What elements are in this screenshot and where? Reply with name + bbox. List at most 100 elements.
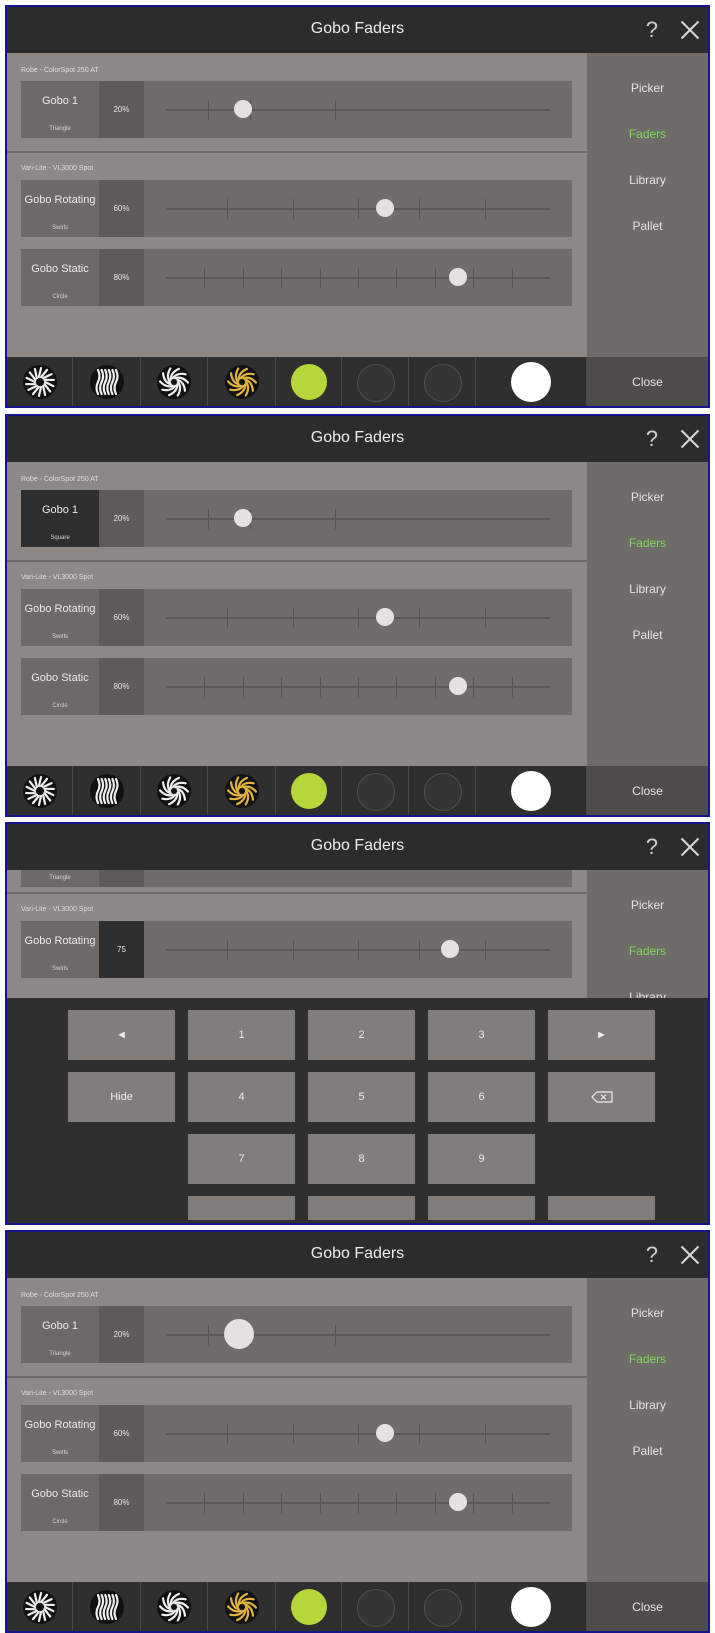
key-left[interactable]: ◄ (68, 1010, 175, 1060)
fader-name-button[interactable]: Gobo Rotating Swirls (21, 1405, 99, 1462)
swatch-tile[interactable] (141, 766, 208, 815)
fader-value[interactable]: 60% (99, 180, 144, 237)
key-8[interactable]: 8 (308, 1134, 415, 1184)
fader-value[interactable] (99, 870, 144, 887)
swatch-tile[interactable] (276, 357, 342, 406)
fader-name-button[interactable]: Gobo 1 Triangle (21, 1306, 99, 1363)
key-1[interactable]: 1 (188, 1010, 295, 1060)
tab-picker[interactable]: Picker (587, 490, 708, 504)
fader-knob[interactable] (448, 1493, 467, 1511)
close-button[interactable]: Close (587, 357, 708, 406)
swatch-tile[interactable] (342, 357, 409, 406)
tab-picker[interactable]: Picker (587, 81, 708, 95)
fader-knob[interactable] (375, 199, 394, 217)
fader-value-input[interactable]: 75 (99, 921, 144, 978)
help-button[interactable]: ? (646, 834, 658, 860)
key-3[interactable]: 3 (428, 1010, 535, 1060)
fader-name-button[interactable]: Triangle (21, 870, 99, 887)
fader-track[interactable] (166, 940, 550, 960)
key-7[interactable]: 7 (188, 1134, 295, 1184)
swatch-tile[interactable] (476, 1582, 587, 1631)
close-icon[interactable] (680, 837, 700, 857)
fader-name-button[interactable]: Gobo Static Circle (21, 658, 99, 715)
fader-value[interactable]: 60% (99, 589, 144, 646)
swatch-tile[interactable] (276, 1582, 342, 1631)
swatch-tile[interactable] (7, 357, 73, 406)
fader-track[interactable] (166, 1424, 550, 1444)
fader-track[interactable] (166, 608, 550, 628)
key-backspace[interactable] (548, 1072, 655, 1122)
swatch-tile[interactable] (208, 1582, 276, 1631)
key-6[interactable]: 6 (428, 1072, 535, 1122)
fader-value[interactable]: 80% (99, 1474, 144, 1531)
fader-knob[interactable] (375, 608, 394, 626)
tab-picker[interactable]: Picker (587, 1306, 708, 1320)
tab-faders[interactable]: Faders (587, 127, 708, 141)
swatch-tile[interactable] (73, 1582, 141, 1631)
key-hide[interactable]: Hide (68, 1072, 175, 1122)
swatch-tile[interactable] (409, 766, 476, 815)
help-button[interactable]: ? (646, 17, 658, 43)
fader-name-button[interactable]: Gobo Static Circle (21, 249, 99, 306)
fader-name-button[interactable]: Gobo Rotating Swirls (21, 589, 99, 646)
key-5[interactable]: 5 (308, 1072, 415, 1122)
fader-value[interactable]: 20% (99, 81, 144, 138)
fader-value[interactable]: 80% (99, 658, 144, 715)
fader-name-button[interactable]: Gobo Static Circle (21, 1474, 99, 1531)
fader-track[interactable] (166, 268, 550, 288)
swatch-tile[interactable] (141, 1582, 208, 1631)
swatch-tile[interactable] (73, 766, 141, 815)
swatch-tile[interactable] (7, 1582, 73, 1631)
fader-knob[interactable] (441, 940, 460, 958)
key-partial[interactable] (308, 1196, 415, 1220)
fader-value[interactable]: 20% (99, 1306, 144, 1363)
help-button[interactable]: ? (646, 1242, 658, 1268)
close-button[interactable]: Close (587, 1582, 708, 1631)
fader-value[interactable]: 20% (99, 490, 144, 547)
swatch-tile[interactable] (342, 1582, 409, 1631)
tab-library[interactable]: Library (587, 582, 708, 596)
help-button[interactable]: ? (646, 426, 658, 452)
tab-pallet[interactable]: Pallet (587, 1444, 708, 1458)
fader-knob[interactable] (448, 268, 467, 286)
fader-knob[interactable] (233, 509, 252, 527)
close-icon[interactable] (680, 429, 700, 449)
swatch-tile[interactable] (7, 766, 73, 815)
fader-value[interactable]: 80% (99, 249, 144, 306)
fader-knob[interactable] (375, 1424, 394, 1442)
fader-knob-pressed[interactable] (223, 1319, 254, 1349)
fader-name-button[interactable]: Gobo Rotating Swirls (21, 180, 99, 237)
tab-picker[interactable]: Picker (587, 898, 708, 912)
tab-pallet[interactable]: Pallet (587, 628, 708, 642)
key-9[interactable]: 9 (428, 1134, 535, 1184)
key-partial[interactable] (188, 1196, 295, 1220)
tab-faders[interactable]: Faders (587, 944, 708, 958)
fader-track[interactable] (166, 509, 550, 529)
fader-name-button[interactable]: Gobo Rotating Swirls (21, 921, 99, 978)
fader-track[interactable] (166, 100, 550, 120)
swatch-tile[interactable] (409, 357, 476, 406)
swatch-tile[interactable] (208, 357, 276, 406)
tab-faders[interactable]: Faders (587, 536, 708, 550)
fader-name-button[interactable]: Gobo 1 Triangle (21, 81, 99, 138)
fader-value[interactable]: 60% (99, 1405, 144, 1462)
fader-knob[interactable] (233, 100, 252, 118)
swatch-tile[interactable] (276, 766, 342, 815)
swatch-tile[interactable] (141, 357, 208, 406)
key-4[interactable]: 4 (188, 1072, 295, 1122)
tab-pallet[interactable]: Pallet (587, 219, 708, 233)
fader-name-button[interactable]: Gobo 1 Square (21, 490, 99, 547)
key-2[interactable]: 2 (308, 1010, 415, 1060)
close-icon[interactable] (680, 1245, 700, 1265)
swatch-tile[interactable] (73, 357, 141, 406)
swatch-tile[interactable] (409, 1582, 476, 1631)
tab-library[interactable]: Library (587, 173, 708, 187)
key-partial[interactable] (428, 1196, 535, 1220)
fader-knob[interactable] (448, 677, 467, 695)
fader-track[interactable] (166, 677, 550, 697)
key-right[interactable]: ► (548, 1010, 655, 1060)
swatch-tile[interactable] (476, 766, 587, 815)
swatch-tile[interactable] (208, 766, 276, 815)
close-icon[interactable] (680, 20, 700, 40)
close-button[interactable]: Close (587, 766, 708, 815)
